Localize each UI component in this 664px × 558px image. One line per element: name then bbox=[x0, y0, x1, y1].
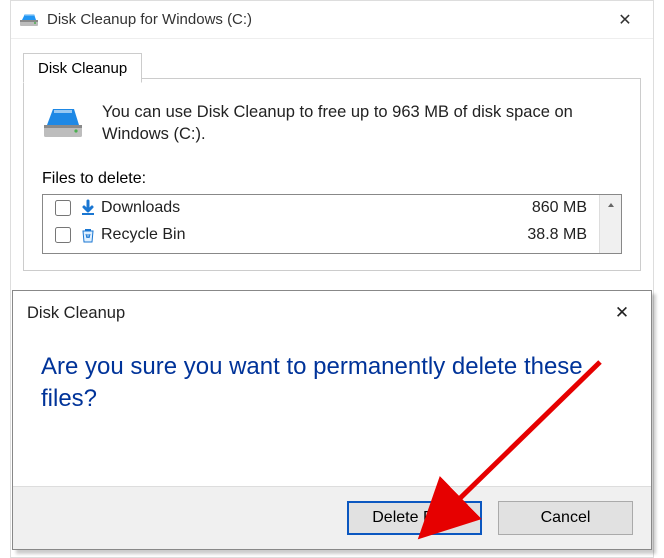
info-row: You can use Disk Cleanup to free up to 9… bbox=[42, 101, 622, 146]
delete-files-button[interactable]: Delete Files bbox=[347, 501, 482, 535]
titlebar: Disk Cleanup for Windows (C:) ✕ bbox=[11, 1, 653, 39]
files-listbox: Downloads 860 MB Recycle Bin 38.8 MB bbox=[42, 194, 622, 254]
list-item[interactable]: Recycle Bin 38.8 MB bbox=[43, 222, 599, 249]
scroll-up-icon[interactable] bbox=[600, 195, 621, 215]
list-rows: Downloads 860 MB Recycle Bin 38.8 MB bbox=[43, 195, 599, 253]
list-item[interactable]: Downloads 860 MB bbox=[43, 195, 599, 222]
drive-cleanup-icon bbox=[19, 10, 39, 30]
confirm-dialog: Disk Cleanup ✕ Are you sure you want to … bbox=[12, 290, 652, 550]
drive-icon bbox=[42, 101, 84, 143]
dialog-question: Are you sure you want to permanently del… bbox=[41, 351, 623, 416]
row-size: 38.8 MB bbox=[527, 226, 591, 244]
tab-strip: Disk Cleanup bbox=[11, 39, 653, 79]
close-icon[interactable]: ✕ bbox=[607, 303, 637, 323]
recycle-bin-icon bbox=[79, 226, 97, 244]
dialog-titlebar: Disk Cleanup ✕ bbox=[13, 291, 651, 335]
cancel-button[interactable]: Cancel bbox=[498, 501, 633, 535]
dialog-title: Disk Cleanup bbox=[27, 304, 607, 323]
dialog-body: Are you sure you want to permanently del… bbox=[13, 335, 651, 486]
row-checkbox[interactable] bbox=[55, 200, 71, 216]
row-size: 860 MB bbox=[532, 199, 591, 217]
row-checkbox[interactable] bbox=[55, 227, 71, 243]
row-name: Downloads bbox=[101, 199, 532, 217]
row-name: Recycle Bin bbox=[101, 226, 527, 244]
window-title: Disk Cleanup for Windows (C:) bbox=[47, 11, 605, 28]
scrollbar[interactable] bbox=[599, 195, 621, 253]
info-text: You can use Disk Cleanup to free up to 9… bbox=[102, 101, 622, 146]
close-icon[interactable]: ✕ bbox=[605, 10, 645, 30]
dialog-buttons: Delete Files Cancel bbox=[13, 486, 651, 549]
tab-panel: You can use Disk Cleanup to free up to 9… bbox=[23, 78, 641, 271]
files-to-delete-label: Files to delete: bbox=[42, 170, 622, 188]
download-arrow-icon bbox=[79, 199, 97, 217]
tab-disk-cleanup[interactable]: Disk Cleanup bbox=[23, 53, 142, 83]
